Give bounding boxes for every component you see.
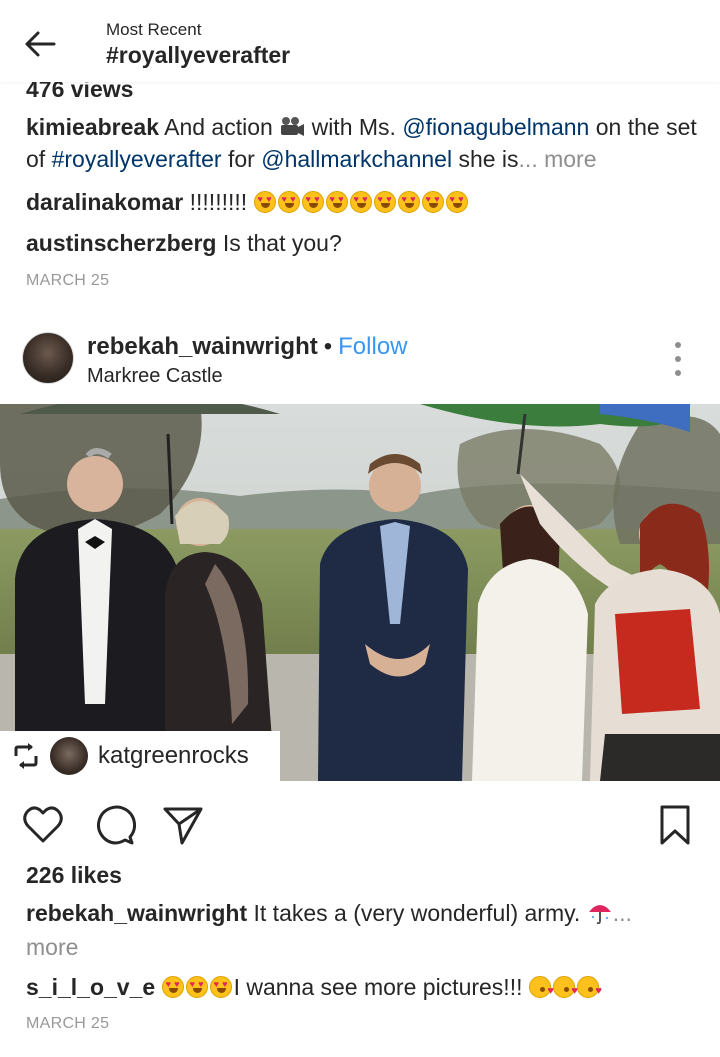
heart-eyes-emoji bbox=[301, 191, 324, 213]
emoji-group bbox=[253, 189, 470, 215]
comment-row: daralinakomar !!!!!!!!! bbox=[26, 186, 470, 218]
heart-icon bbox=[23, 806, 63, 843]
caption-text: for bbox=[221, 146, 262, 172]
photo-illustration bbox=[0, 404, 720, 781]
more-options-button[interactable] bbox=[664, 342, 692, 376]
comment-row: s_i_l_o_v_e I wanna see more pictures!!! bbox=[26, 971, 602, 1007]
comment-row: austinscherzberg Is that you? bbox=[26, 227, 342, 259]
comment-username[interactable]: daralinakomar bbox=[26, 189, 183, 215]
post-photo[interactable] bbox=[0, 404, 720, 781]
emoji-group bbox=[528, 974, 602, 1007]
post-date: MARCH 25 bbox=[26, 272, 110, 289]
heart-eyes-emoji bbox=[185, 976, 208, 998]
caption-text: It takes a (very wonderful) army. bbox=[247, 900, 587, 926]
caption-text: with Ms. bbox=[305, 114, 403, 140]
more-link[interactable]: ... more bbox=[519, 146, 597, 172]
heart-eyes-emoji bbox=[209, 976, 232, 998]
kiss-emoji bbox=[576, 975, 602, 1007]
save-button[interactable] bbox=[652, 802, 698, 848]
action-bar bbox=[0, 790, 720, 860]
caption-username[interactable]: kimieabreak bbox=[26, 114, 159, 140]
repost-icon bbox=[14, 743, 38, 769]
share-button[interactable] bbox=[160, 802, 206, 848]
dot-icon bbox=[675, 356, 681, 362]
separator: • bbox=[323, 333, 333, 360]
top-bar: Most Recent #royallyeverafter bbox=[0, 0, 720, 82]
kiss-emoji bbox=[528, 975, 554, 1007]
repost-username: katgreenrocks bbox=[98, 742, 249, 769]
comment-username[interactable]: s_i_l_o_v_e bbox=[26, 974, 155, 1000]
back-button[interactable] bbox=[18, 22, 62, 66]
heart-eyes-emoji bbox=[349, 191, 372, 213]
comment-button[interactable] bbox=[92, 802, 138, 848]
heart-eyes-emoji bbox=[325, 191, 348, 213]
bookmark-icon bbox=[660, 805, 690, 845]
heart-eyes-emoji bbox=[277, 191, 300, 213]
comment-text: !!!!!!!!! bbox=[183, 189, 254, 215]
mention-link[interactable]: @fionagubelmann bbox=[402, 114, 589, 140]
repost-avatar bbox=[50, 737, 88, 775]
arrow-left-icon bbox=[25, 31, 56, 57]
repost-badge[interactable]: katgreenrocks bbox=[0, 731, 280, 781]
dot-icon bbox=[675, 342, 681, 348]
emoji-group bbox=[161, 974, 234, 1000]
comment-username[interactable]: austinscherzberg bbox=[26, 230, 216, 256]
header-title: #royallyeverafter bbox=[106, 42, 291, 68]
post-username[interactable]: rebekah_wainwright bbox=[87, 333, 318, 360]
caption-text: she is bbox=[452, 146, 519, 172]
post-location[interactable]: Markree Castle bbox=[87, 365, 223, 388]
avatar[interactable] bbox=[22, 332, 74, 384]
send-icon bbox=[163, 807, 203, 845]
heart-eyes-emoji bbox=[161, 976, 184, 998]
heart-eyes-emoji bbox=[397, 191, 420, 213]
umbrella-emoji bbox=[588, 905, 611, 925]
like-button[interactable] bbox=[20, 802, 66, 848]
heart-eyes-emoji bbox=[253, 191, 276, 213]
more-link[interactable]: more bbox=[26, 934, 78, 960]
kiss-emoji bbox=[552, 975, 578, 1007]
dot-icon bbox=[675, 370, 681, 376]
heart-eyes-emoji bbox=[421, 191, 444, 213]
likes-count[interactable]: 226 likes bbox=[26, 862, 122, 889]
heart-eyes-emoji bbox=[373, 191, 396, 213]
mention-link[interactable]: @hallmarkchannel bbox=[261, 146, 452, 172]
hashtag-link[interactable]: #royallyeverafter bbox=[52, 146, 222, 172]
movie-camera-icon bbox=[281, 117, 305, 136]
post-date: MARCH 25 bbox=[26, 1015, 110, 1032]
follow-button[interactable]: Follow bbox=[338, 333, 407, 360]
post1-caption: kimieabreak And action with Ms. @fionagu… bbox=[26, 111, 698, 175]
heart-eyes-emoji bbox=[445, 191, 468, 213]
caption-ellipsis: ... bbox=[612, 900, 632, 926]
post-author-line: rebekah_wainwright • Follow bbox=[87, 333, 408, 361]
caption-text: And action bbox=[158, 114, 280, 140]
comment-icon bbox=[97, 805, 136, 845]
comment-text: I wanna see more pictures!!! bbox=[233, 974, 529, 1000]
caption-username[interactable]: rebekah_wainwright bbox=[26, 900, 247, 926]
post2-caption: rebekah_wainwright It takes a (very wond… bbox=[26, 896, 706, 964]
comment-text: Is that you? bbox=[216, 230, 342, 256]
header-subtitle: Most Recent bbox=[106, 20, 202, 39]
